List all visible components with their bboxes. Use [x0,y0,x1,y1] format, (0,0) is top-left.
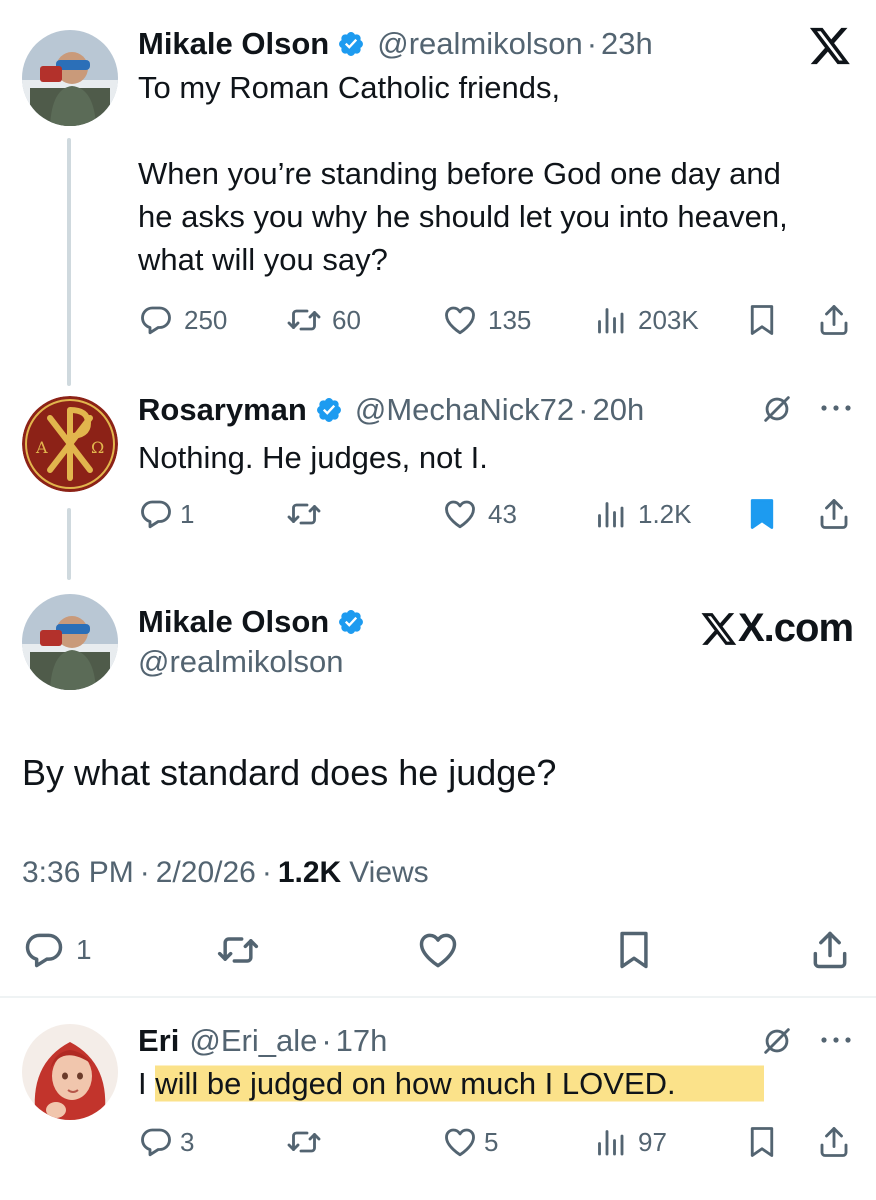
author-name[interactable]: Rosaryman [138,392,307,428]
like-button[interactable] [416,928,460,972]
post-time[interactable]: 3:36 PM [22,856,134,890]
timestamp[interactable]: 17h [336,1023,388,1059]
author-name[interactable]: Mikale Olson [138,604,329,640]
views-button[interactable]: 97 [592,1124,667,1160]
reply-button[interactable]: 1 [22,928,92,972]
views-button[interactable]: 1.2K [592,496,692,532]
reply-button[interactable]: 250 [138,302,227,338]
highlighted-text: will be judged on how much I LOVED. [155,1062,764,1105]
tweet-header: Mikale Olson @realmikolson · 23h [138,26,653,62]
share-button[interactable] [816,302,852,338]
svg-text:A: A [35,438,48,457]
repost-button[interactable] [286,496,322,532]
heart-icon [445,500,475,529]
timestamp[interactable]: 20h [592,392,644,428]
reply-button[interactable]: 1 [138,496,194,532]
bookmark-icon [620,931,648,969]
repost-icon [217,937,259,963]
svg-text:Ω: Ω [91,438,104,457]
x-logo-icon [701,612,737,645]
bookmark-icon [750,305,774,335]
timestamp[interactable]: 23h [601,26,653,62]
share-button[interactable] [816,1124,852,1160]
author-handle[interactable]: @MechaNick72 [355,392,574,428]
verified-badge-icon [339,32,364,56]
bookmark-button[interactable] [612,928,656,972]
heart-icon [419,933,457,968]
like-button[interactable]: 135 [442,302,531,338]
avatar[interactable] [22,30,118,126]
grok-icon[interactable] [760,1024,794,1058]
share-icon [820,305,848,335]
author-handle[interactable]: @Eri_ale [189,1023,317,1059]
reply-icon [141,306,171,335]
post-date[interactable]: 2/20/26 [156,856,256,890]
thread-line [67,508,71,580]
grok-icon[interactable] [760,392,794,426]
thread-line [67,138,71,386]
views-count: 1.2K [277,856,342,889]
heart-icon [445,306,475,335]
avatar[interactable]: A Ω [22,396,118,492]
bookmark-icon [750,1127,774,1157]
share-button[interactable] [808,928,852,972]
reply-icon [141,1128,171,1157]
main-tweet-text: By what standard does he judge? [22,752,557,793]
reply-button[interactable]: 3 [138,1124,194,1160]
avatar[interactable] [22,594,118,690]
author-name[interactable]: Eri [138,1023,179,1059]
heart-icon [445,1128,475,1157]
repost-button[interactable] [216,928,260,972]
tweet-header: Eri @Eri_ale · 17h [138,1023,388,1059]
author-name[interactable]: Mikale Olson [138,26,329,62]
bookmark-button[interactable] [744,1124,780,1160]
share-button[interactable] [816,496,852,532]
views-icon [598,502,624,528]
reply-icon [25,933,63,968]
divider [0,996,876,998]
bookmark-button[interactable] [744,302,780,338]
share-icon [820,499,848,529]
tweet-meta: 3:36 PM · 2/20/26 · 1.2K Views [22,856,429,890]
verified-badge-icon [339,610,364,634]
like-button[interactable]: 5 [442,1124,498,1160]
views-button[interactable]: 203K [592,302,699,338]
tweet-text: Nothing. He judges, not I. [138,440,488,475]
like-button[interactable]: 43 [442,496,517,532]
views-icon [598,308,624,334]
views-icon [598,1130,624,1156]
repost-button[interactable]: 60 [286,302,361,338]
views-label: Views [349,856,429,889]
bookmark-filled-icon [750,499,774,529]
author-handle[interactable]: @realmikolson [377,26,582,62]
more-icon[interactable] [818,398,854,418]
avatar[interactable] [22,1024,118,1120]
tweet-header: Rosaryman @MechaNick72 · 20h [138,392,645,428]
bookmark-button[interactable] [744,496,780,532]
brand-label: X.com [700,606,854,651]
tweet-text: I will be judged on how much I LOVED. [138,1062,764,1105]
share-icon [813,931,847,969]
share-icon [820,1127,848,1157]
verified-badge-icon [316,398,341,422]
reply-icon [141,500,171,529]
x-logo-icon [809,27,850,65]
repost-icon [287,1131,321,1153]
repost-icon [287,309,321,331]
author-handle[interactable]: @realmikolson [138,644,343,680]
repost-button[interactable] [286,1124,322,1160]
tweet-text: To my Roman Catholic friends, When you’r… [138,70,788,277]
author-row: Mikale Olson [138,600,365,644]
more-icon[interactable] [818,1030,854,1050]
repost-icon [287,503,321,525]
